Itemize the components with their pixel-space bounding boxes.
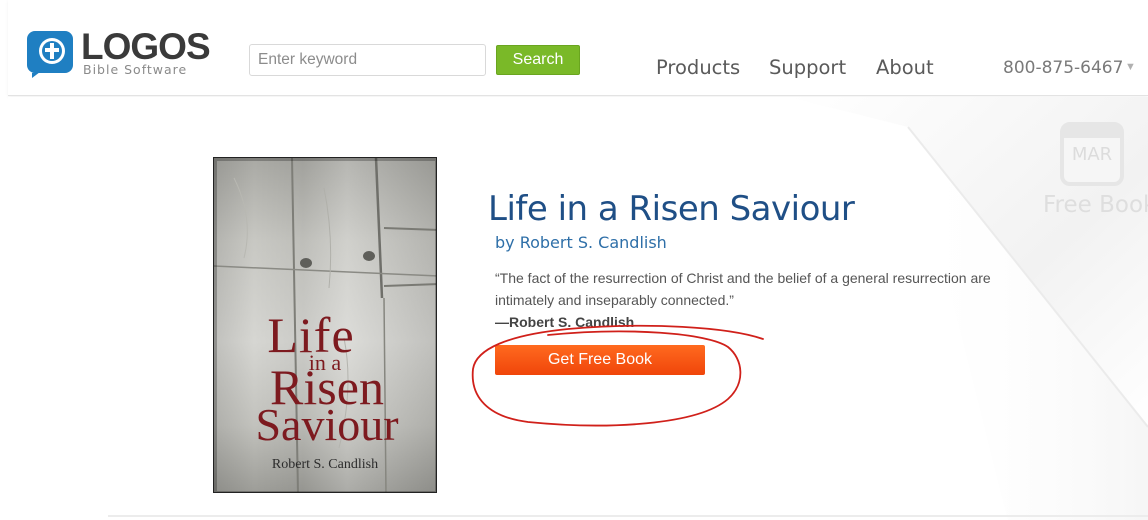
- free-book-calendar-widget[interactable]: MAR Free Book: [1038, 122, 1148, 232]
- logos-logo[interactable]: LOGOS Bible Software: [26, 28, 211, 80]
- book-quote: “The fact of the resurrection of Christ …: [495, 270, 991, 308]
- calendar-icon: MAR: [1060, 122, 1124, 186]
- nav-about[interactable]: About: [876, 56, 934, 79]
- search-button[interactable]: Search: [496, 45, 580, 75]
- cover-title-line: Saviour: [255, 399, 399, 450]
- free-book-label: Free Book: [1043, 192, 1148, 218]
- section-divider: [108, 515, 1148, 517]
- nav-products[interactable]: Products: [656, 56, 740, 79]
- calendar-month: MAR: [1071, 144, 1113, 165]
- book-title[interactable]: Life in a Risen Saviour: [488, 189, 855, 229]
- cover-author: Robert S. Candlish: [271, 457, 379, 472]
- featured-book-section: MAR Free Book Life in a Risen Saviour Ro…: [8, 97, 1148, 520]
- chevron-down-icon[interactable]: ▼: [1125, 61, 1136, 73]
- site-header: LOGOS Bible Software Search Products Sup…: [8, 0, 1148, 96]
- nav-support[interactable]: Support: [769, 56, 846, 79]
- bible-cross-icon: [27, 31, 73, 78]
- book-cover-image[interactable]: Life in a Risen Saviour Robert S. Candli…: [213, 157, 437, 493]
- phone-number[interactable]: 800-875-6467: [1003, 58, 1123, 78]
- book-author[interactable]: by Robert S. Candlish: [495, 233, 667, 252]
- logo-subtitle: Bible Software: [83, 62, 188, 77]
- search-input[interactable]: [249, 44, 486, 76]
- logo-wordmark: LOGOS: [81, 26, 211, 67]
- get-free-book-button[interactable]: Get Free Book: [495, 345, 705, 375]
- quote-attribution: —Robert S. Candlish: [495, 314, 635, 330]
